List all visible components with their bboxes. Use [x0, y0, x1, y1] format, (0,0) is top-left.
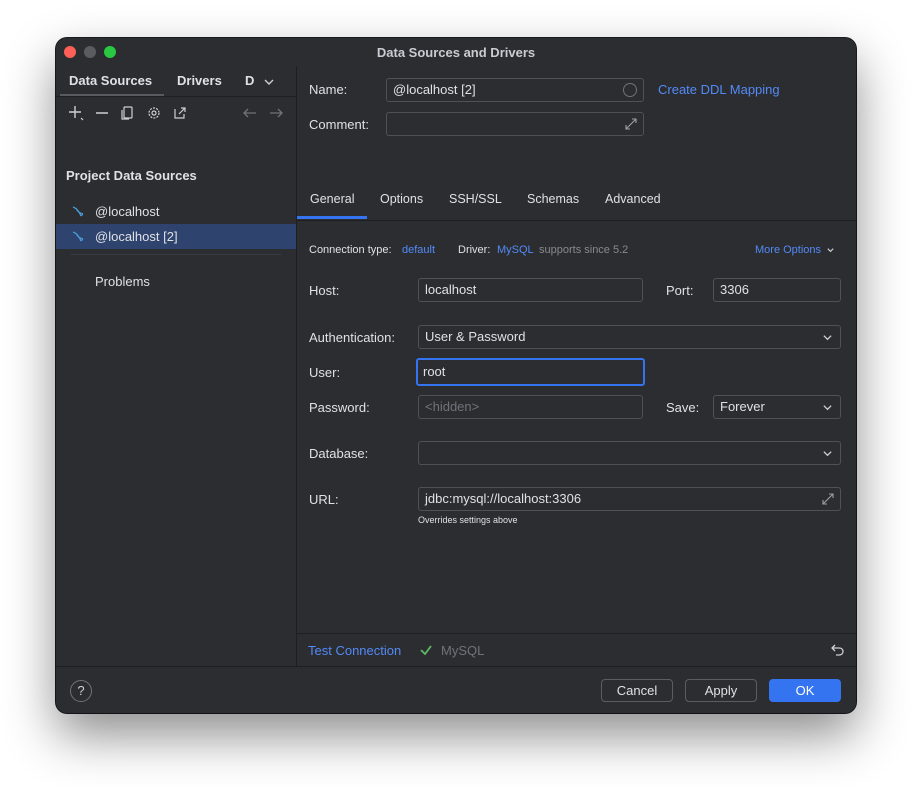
url-field[interactable]: jdbc:mysql://localhost:3306	[418, 487, 841, 511]
more-options-link[interactable]: More Options	[755, 244, 835, 256]
cancel-button[interactable]: Cancel	[601, 679, 673, 702]
url-label: URL:	[309, 492, 339, 507]
back-arrow-icon[interactable]	[241, 104, 259, 122]
ok-button[interactable]: OK	[769, 679, 841, 702]
right-panel: Name: @localhost [2] Create DDL Mapping …	[297, 66, 856, 666]
port-label: Port:	[666, 283, 694, 298]
url-field-value: jdbc:mysql://localhost:3306	[425, 491, 582, 506]
tab-drivers[interactable]: Drivers	[177, 73, 222, 88]
connection-type-link[interactable]: default	[402, 244, 435, 256]
tab-overflow-partial[interactable]: D	[245, 73, 256, 88]
driver-link[interactable]: MySQL	[497, 244, 534, 256]
name-field[interactable]: @localhost [2]	[386, 78, 644, 102]
undo-icon[interactable]	[830, 643, 845, 662]
chevron-down-icon	[822, 331, 833, 346]
url-hint: Overrides settings above	[418, 515, 518, 525]
test-connection-bar: Test Connection MySQL	[297, 633, 856, 667]
name-field-value: @localhost [2]	[393, 82, 476, 97]
comment-label: Comment:	[309, 117, 369, 132]
add-icon[interactable]	[67, 104, 85, 122]
project-data-sources-header: Project Data Sources	[66, 168, 197, 183]
save-label: Save:	[666, 400, 700, 415]
title-bar: Data Sources and Drivers	[56, 38, 856, 66]
chevron-down-icon	[822, 447, 833, 462]
tree-item-label: @localhost	[95, 204, 160, 219]
mysql-dolphin-icon	[71, 205, 85, 222]
create-ddl-mapping-link[interactable]: Create DDL Mapping	[658, 82, 780, 97]
tab-options[interactable]: Options	[380, 192, 423, 206]
user-label: User:	[309, 365, 341, 380]
test-connection-status: MySQL	[441, 643, 485, 658]
authentication-value: User & Password	[425, 329, 526, 344]
settings-tabs: General Options SSH/SSL Schemas Advanced	[297, 182, 856, 221]
sidebar-divider	[71, 254, 281, 255]
user-field-value: root	[423, 364, 446, 379]
host-field-value: localhost	[425, 282, 477, 297]
name-label: Name:	[309, 82, 348, 97]
test-connection-link[interactable]: Test Connection	[308, 643, 401, 658]
driver-label: Driver:	[458, 244, 491, 256]
user-field[interactable]: root	[416, 358, 645, 386]
password-placeholder: <hidden>	[425, 399, 480, 414]
authentication-label: Authentication:	[309, 330, 396, 345]
password-label: Password:	[309, 400, 370, 415]
apply-button[interactable]: Apply	[685, 679, 757, 702]
active-tab-underline	[297, 216, 367, 219]
tree-item-localhost-2[interactable]: @localhost [2]	[56, 224, 296, 249]
host-label: Host:	[309, 283, 340, 298]
save-value: Forever	[720, 399, 765, 414]
chevron-down-icon	[822, 401, 833, 416]
tab-schemas[interactable]: Schemas	[527, 192, 579, 206]
help-button[interactable]: ?	[70, 680, 92, 702]
external-link-icon[interactable]	[171, 104, 189, 122]
save-select[interactable]: Forever	[713, 395, 841, 419]
connection-type-label: Connection type:	[309, 244, 392, 256]
window-title: Data Sources and Drivers	[376, 45, 536, 60]
checkmark-icon	[419, 643, 433, 662]
password-field[interactable]: <hidden>	[418, 395, 643, 419]
left-panel: Data Sources Drivers D Project Data Sour	[56, 66, 297, 666]
tab-advanced[interactable]: Advanced	[605, 192, 661, 206]
database-select[interactable]	[418, 441, 841, 465]
expand-icon[interactable]	[624, 117, 638, 134]
tab-general[interactable]: General	[310, 192, 354, 206]
tabs-overflow-chevron-icon[interactable]	[263, 75, 275, 93]
dialog-footer: ? Cancel Apply OK	[56, 666, 856, 713]
mysql-dolphin-icon	[71, 230, 85, 247]
comment-field[interactable]	[386, 112, 644, 136]
port-field-value: 3306	[720, 282, 749, 297]
forward-arrow-icon[interactable]	[267, 104, 285, 122]
tabs-divider	[56, 96, 296, 97]
chevron-down-icon	[827, 247, 834, 252]
tree-item-label: @localhost [2]	[95, 229, 178, 244]
tab-ssh-ssl[interactable]: SSH/SSL	[449, 192, 502, 206]
database-label: Database:	[309, 446, 369, 461]
authentication-select[interactable]: User & Password	[418, 325, 841, 349]
problems-item[interactable]: Problems	[95, 274, 150, 289]
color-picker-icon[interactable]	[623, 83, 637, 97]
remove-icon[interactable]	[93, 104, 111, 122]
port-field[interactable]: 3306	[713, 278, 841, 302]
driver-note: supports since 5.2	[539, 244, 629, 256]
host-field[interactable]: localhost	[418, 278, 643, 302]
expand-icon[interactable]	[821, 492, 835, 509]
data-sources-dialog: Data Sources and Drivers Data Sources Dr…	[56, 38, 856, 713]
tab-data-sources[interactable]: Data Sources	[69, 73, 152, 88]
tree-item-localhost[interactable]: @localhost	[56, 199, 296, 224]
settings-gear-icon[interactable]	[145, 104, 163, 122]
more-options-label: More Options	[755, 244, 822, 256]
duplicate-icon[interactable]	[119, 104, 137, 122]
